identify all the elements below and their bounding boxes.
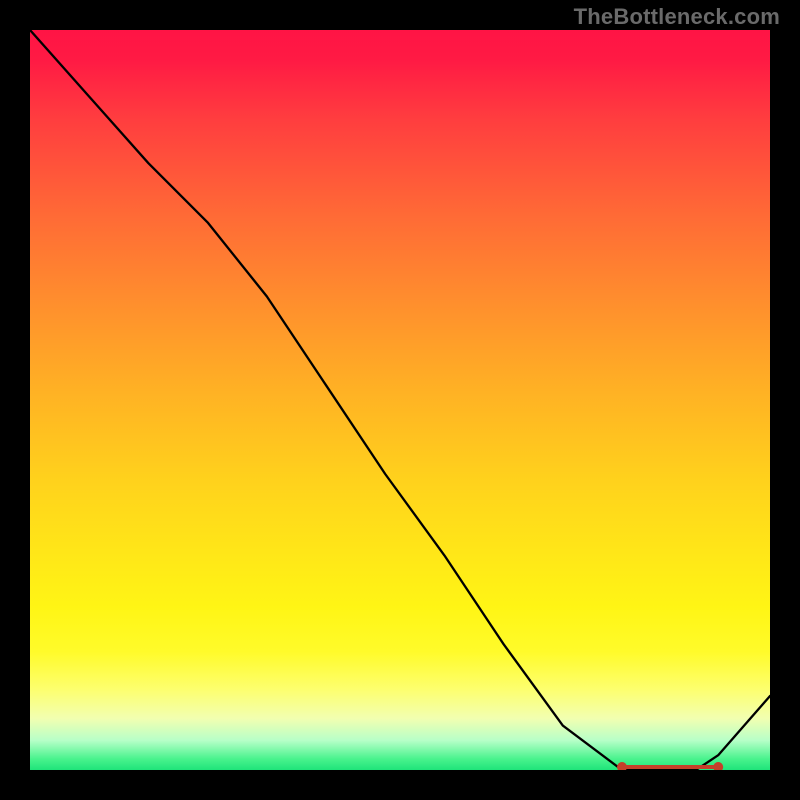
series-curve (30, 30, 770, 770)
chart-svg (30, 30, 770, 770)
attribution-text: TheBottleneck.com (574, 4, 780, 30)
marker-end (715, 764, 721, 770)
chart-frame: TheBottleneck.com (0, 0, 800, 800)
plot-area (30, 30, 770, 770)
